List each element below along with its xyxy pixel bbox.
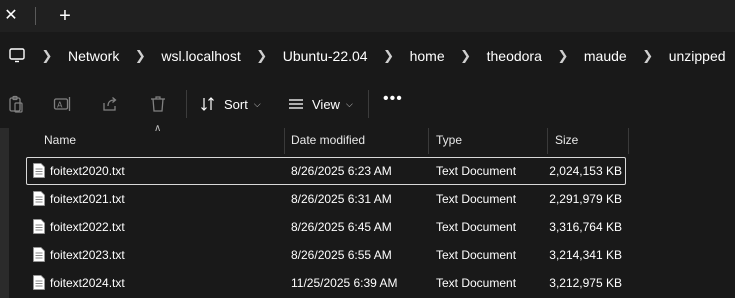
column-header-type[interactable]: Type: [436, 128, 462, 154]
breadcrumb-network[interactable]: Network: [56, 48, 131, 64]
file-type: Text Document: [436, 276, 517, 290]
file-size: 2,024,153 KB: [549, 164, 622, 178]
navigation-pane-edge[interactable]: [0, 128, 9, 298]
chevron-right-icon[interactable]: ❯: [253, 48, 271, 64]
command-separator: [368, 90, 369, 118]
column-header-size[interactable]: Size: [555, 128, 578, 154]
tab-strip: ✕ +: [0, 0, 735, 32]
breadcrumb-ubuntu[interactable]: Ubuntu-22.04: [271, 48, 380, 64]
chevron-right-icon[interactable]: ❯: [554, 48, 572, 64]
chevron-right-icon[interactable]: ❯: [457, 48, 475, 64]
file-date: 11/25/2025 6:39 AM: [291, 276, 398, 290]
column-divider[interactable]: [547, 128, 548, 154]
more-options-button[interactable]: •••: [383, 90, 403, 108]
file-date: 8/26/2025 6:45 AM: [291, 220, 392, 234]
file-type: Text Document: [436, 192, 517, 206]
column-divider[interactable]: [628, 128, 629, 154]
file-name: foitext2023.txt: [50, 248, 125, 262]
monitor-icon: [9, 48, 25, 63]
column-header-name[interactable]: Name: [44, 128, 76, 154]
breadcrumb-theodora[interactable]: theodora: [475, 48, 554, 64]
file-type: Text Document: [436, 220, 517, 234]
breadcrumb: ❯ Network ❯ wsl.localhost ❯ Ubuntu-22.04…: [38, 44, 735, 68]
file-type: Text Document: [436, 248, 517, 262]
text-file-icon: [33, 247, 45, 262]
chevron-down-icon: ⌵: [345, 98, 353, 109]
close-tab-icon[interactable]: ✕: [0, 6, 22, 26]
sort-label: Sort: [224, 96, 248, 112]
paste-icon[interactable]: [6, 94, 26, 114]
share-icon[interactable]: [100, 94, 120, 114]
file-size: 3,212,975 KB: [549, 276, 622, 290]
rename-icon[interactable]: A: [52, 94, 72, 114]
file-row[interactable]: foitext2023.txt 8/26/2025 6:55 AM Text D…: [26, 241, 626, 269]
delete-icon[interactable]: [148, 94, 168, 114]
breadcrumb-home[interactable]: home: [398, 48, 457, 64]
address-bar[interactable]: ❯ Network ❯ wsl.localhost ❯ Ubuntu-22.04…: [0, 32, 735, 80]
column-divider[interactable]: [284, 128, 285, 154]
file-row[interactable]: foitext2021.txt 8/26/2025 6:31 AM Text D…: [26, 185, 626, 213]
sort-button[interactable]: Sort ⌵: [200, 92, 261, 116]
chevron-right-icon[interactable]: ❯: [131, 48, 149, 64]
file-row[interactable]: foitext2022.txt 8/26/2025 6:45 AM Text D…: [26, 213, 626, 241]
command-separator: [186, 90, 187, 118]
new-tab-button[interactable]: +: [54, 5, 76, 27]
file-size: 3,316,764 KB: [549, 220, 622, 234]
text-file-icon: [33, 219, 45, 234]
file-type: Text Document: [436, 164, 517, 178]
file-name: foitext2022.txt: [50, 220, 125, 234]
chevron-right-icon[interactable]: ❯: [380, 48, 398, 64]
column-header-date[interactable]: Date modified: [291, 128, 365, 154]
breadcrumb-maude[interactable]: maude: [572, 48, 639, 64]
tab-separator: [35, 7, 36, 25]
file-name: foitext2024.txt: [50, 276, 125, 290]
breadcrumb-wsl-localhost[interactable]: wsl.localhost: [149, 48, 252, 64]
file-date: 8/26/2025 6:23 AM: [291, 164, 392, 178]
file-name: foitext2020.txt: [50, 164, 125, 178]
file-list: foitext2020.txt 8/26/2025 6:23 AM Text D…: [26, 157, 626, 297]
file-date: 8/26/2025 6:55 AM: [291, 248, 392, 262]
view-icon: [289, 99, 303, 109]
file-size: 3,214,341 KB: [549, 248, 622, 262]
command-bar: A Sort ⌵ View ⌵: [0, 80, 735, 128]
text-file-icon: [33, 163, 45, 178]
text-file-icon: [33, 275, 45, 290]
file-row[interactable]: foitext2024.txt 11/25/2025 6:39 AM Text …: [26, 269, 626, 297]
text-file-icon: [33, 191, 45, 206]
file-row[interactable]: foitext2020.txt 8/26/2025 6:23 AM Text D…: [26, 157, 626, 185]
column-divider[interactable]: [428, 128, 429, 154]
file-date: 8/26/2025 6:31 AM: [291, 192, 392, 206]
svg-text:A: A: [57, 101, 63, 110]
chevron-right-icon[interactable]: ❯: [639, 48, 657, 64]
file-size: 2,291,979 KB: [549, 192, 622, 206]
column-headers: Name Date modified Type Size: [26, 128, 735, 154]
sort-icon: [201, 97, 214, 111]
view-button[interactable]: View ⌵: [288, 92, 353, 116]
chevron-right-icon[interactable]: ❯: [38, 48, 56, 64]
view-label: View: [312, 96, 340, 112]
file-name: foitext2021.txt: [50, 192, 125, 206]
breadcrumb-unzipped[interactable]: unzipped: [657, 48, 735, 64]
chevron-down-icon: ⌵: [253, 98, 261, 109]
